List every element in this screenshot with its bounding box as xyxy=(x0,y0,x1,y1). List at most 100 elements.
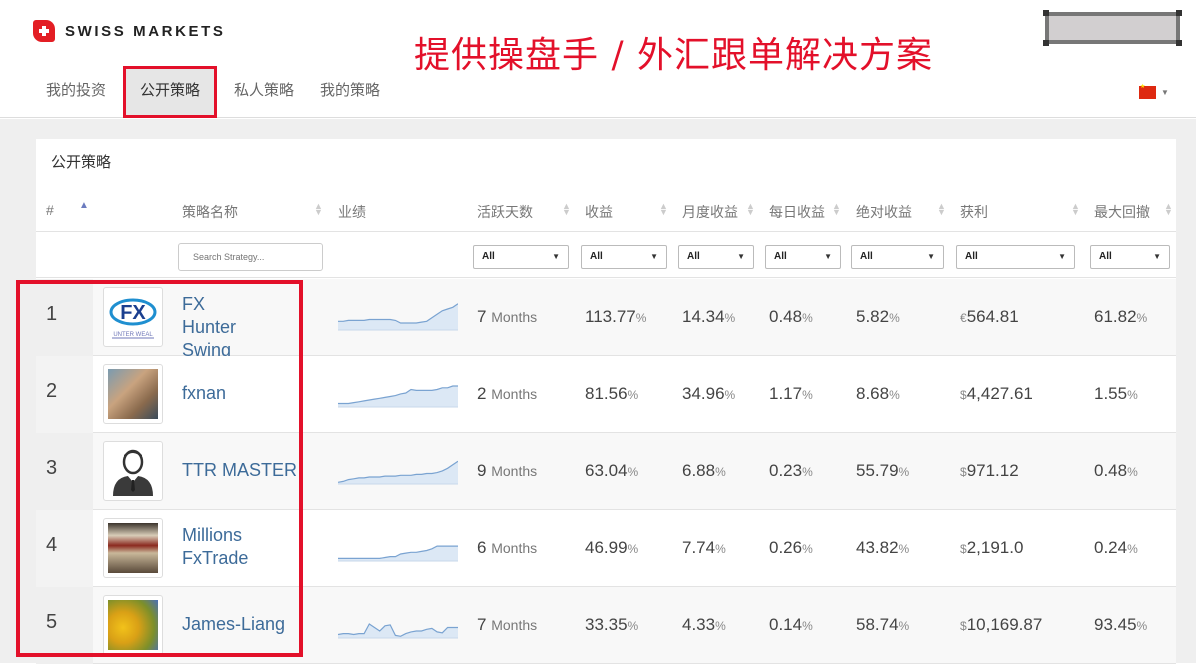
profit-value: $10,169.87 xyxy=(960,615,1043,634)
performance-sparkline xyxy=(338,460,458,485)
language-selector[interactable]: ▼ xyxy=(1139,83,1169,99)
absolute-gain-value: 8.68% xyxy=(856,384,900,403)
months-value: 6 xyxy=(477,538,487,557)
swiss-markets-logo[interactable]: SWISS MARKETS xyxy=(33,20,225,42)
strategy-name-link[interactable]: FX Hunter Swing xyxy=(182,293,236,362)
filter-drawdown[interactable]: All ▼ xyxy=(1090,245,1170,269)
daily-gain-value: 0.14% xyxy=(769,615,813,634)
gain-value: 63.04% xyxy=(585,461,639,480)
top-header: SWISS MARKETS 提供操盘手 / 外汇跟单解决方案 我的投资 公开策略… xyxy=(0,0,1196,118)
sort-icon[interactable]: ▲ ▼ xyxy=(746,202,755,217)
daily-gain-value: 0.26% xyxy=(769,538,813,557)
col-rank[interactable]: # xyxy=(46,202,54,218)
filter-daily[interactable]: All ▼ xyxy=(765,245,841,269)
strategy-name-link[interactable]: TTR MASTER xyxy=(182,459,297,482)
strategy-avatar[interactable] xyxy=(103,441,163,501)
sort-icon[interactable]: ▲ ▼ xyxy=(562,202,571,217)
drawdown-value: 0.48% xyxy=(1094,461,1138,480)
caret-down-icon: ▼ xyxy=(737,252,745,261)
col-absolute[interactable]: 绝对收益 xyxy=(856,202,912,222)
sort-icon[interactable]: ▲ ▼ xyxy=(1071,202,1080,217)
gain-value: 81.56% xyxy=(585,384,639,403)
sort-icon[interactable]: ▲ ▼ xyxy=(937,202,946,217)
nav-my-investments[interactable]: 我的投资 xyxy=(33,66,119,118)
main-nav: 我的投资 公开策略 私人策略 我的策略 xyxy=(33,66,393,118)
col-drawdown[interactable]: 最大回撤 xyxy=(1094,202,1150,222)
promo-banner-text: 提供操盘手 / 外汇跟单解决方案 xyxy=(414,35,934,76)
sort-icon[interactable]: ▲ ▼ xyxy=(314,202,323,217)
filter-gain[interactable]: All ▼ xyxy=(581,245,667,269)
sort-asc-icon[interactable]: ▲ xyxy=(79,201,89,211)
rank-cell: 1 xyxy=(36,279,93,356)
swiss-cross-icon xyxy=(33,20,55,42)
daily-gain-value: 1.17% xyxy=(769,384,813,403)
rank-cell: 2 xyxy=(36,356,93,433)
monthly-gain-value: 4.33% xyxy=(682,615,726,634)
absolute-gain-value: 55.79% xyxy=(856,461,910,480)
col-active-days[interactable]: 活跃天数 xyxy=(477,202,533,222)
filter-profit[interactable]: All ▼ xyxy=(956,245,1075,269)
rank-cell: 4 xyxy=(36,510,93,587)
table-row[interactable]: 4 Millions FxTrade 6 Months 46.99% 7.74% … xyxy=(36,510,1176,587)
table-row[interactable]: 1 FX UNTER WEAL FX Hunter Swing 7 Months 11… xyxy=(36,279,1176,360)
strategies-panel: 公开策略 # ▲ 策略名称 ▲ ▼ 业绩 活跃天数 ▲ ▼ 收益 ▲ ▼ 月度收益 ▲… xyxy=(36,139,1176,664)
table-row[interactable]: 2 fxnan 2 Months 81.56% 34.96% 1.17% 8.6… xyxy=(36,356,1176,433)
filter-value: All xyxy=(482,251,495,262)
months-value: 9 xyxy=(477,461,487,480)
monthly-gain-value: 14.34% xyxy=(682,307,736,326)
panel-title: 公开策略 xyxy=(51,154,112,171)
rank: 2 xyxy=(46,380,58,402)
col-monthly[interactable]: 月度收益 xyxy=(682,202,738,222)
filter-row: All ▼ All ▼ All ▼ All ▼ All ▼ All ▼ All ▼ xyxy=(36,233,1176,278)
rank: 1 xyxy=(46,303,58,325)
monthly-gain-value: 6.88% xyxy=(682,461,726,480)
nav-private-strategies[interactable]: 私人策略 xyxy=(221,66,307,118)
strategy-name-link[interactable]: James-Liang xyxy=(182,613,285,636)
active-months: 7 Months xyxy=(477,615,537,635)
sort-icon[interactable]: ▲ ▼ xyxy=(659,202,668,217)
active-months: 2 Months xyxy=(477,384,537,404)
months-label: Months xyxy=(491,540,538,556)
search-strategy-input[interactable] xyxy=(178,243,323,271)
brand-name: SWISS MARKETS xyxy=(65,22,226,40)
filter-monthly[interactable]: All ▼ xyxy=(678,245,754,269)
col-performance: 业绩 xyxy=(338,204,366,220)
person-photo xyxy=(108,369,158,419)
col-profit[interactable]: 获利 xyxy=(960,202,988,222)
placeholder-box xyxy=(1043,10,1182,46)
col-daily[interactable]: 每日收益 xyxy=(769,202,825,222)
performance-sparkline xyxy=(338,545,458,562)
daily-gain-value: 0.23% xyxy=(769,461,813,480)
active-months: 6 Months xyxy=(477,538,537,558)
profit-value: $2,191.0 xyxy=(960,538,1024,557)
active-months: 7 Months xyxy=(477,307,537,327)
table-row[interactable]: 3 TTR MASTER 9 Months 63.04% 6.88% 0.23%… xyxy=(36,433,1176,510)
strategy-name-link[interactable]: fxnan xyxy=(182,382,226,405)
caret-down-icon: ▼ xyxy=(650,252,658,261)
gain-value: 113.77% xyxy=(585,307,647,326)
drawdown-value: 1.55% xyxy=(1094,384,1138,403)
drawdown-value: 0.24% xyxy=(1094,538,1138,557)
strategy-avatar[interactable] xyxy=(103,518,163,578)
rank: 5 xyxy=(46,611,58,633)
table-row[interactable]: 5 James-Liang 7 Months 33.35% 4.33% 0.14… xyxy=(36,587,1176,664)
strategy-name-link[interactable]: Millions FxTrade xyxy=(182,524,248,570)
filter-value: All xyxy=(860,251,873,262)
cn-flag-icon xyxy=(1139,83,1156,99)
filter-absolute[interactable]: All ▼ xyxy=(851,245,944,269)
active-months: 9 Months xyxy=(477,461,537,481)
svg-text:UNTER WEAL: UNTER WEAL xyxy=(113,332,153,338)
strategy-avatar[interactable] xyxy=(103,595,163,655)
daily-gain-value: 0.48% xyxy=(769,307,813,326)
nav-public-strategies[interactable]: 公开策略 xyxy=(123,66,218,118)
col-name[interactable]: 策略名称 xyxy=(182,202,238,222)
sort-icon[interactable]: ▲ ▼ xyxy=(1164,202,1173,217)
strategy-avatar[interactable]: FX UNTER WEAL xyxy=(103,287,163,347)
filter-active-days[interactable]: All ▼ xyxy=(473,245,569,269)
nav-my-strategies[interactable]: 我的策略 xyxy=(307,66,393,118)
sort-icon[interactable]: ▲ ▼ xyxy=(832,202,841,217)
drawdown-value: 61.82% xyxy=(1094,307,1148,326)
rank-cell: 5 xyxy=(36,587,93,664)
strategy-avatar[interactable] xyxy=(103,364,163,424)
col-gain[interactable]: 收益 xyxy=(585,202,613,222)
